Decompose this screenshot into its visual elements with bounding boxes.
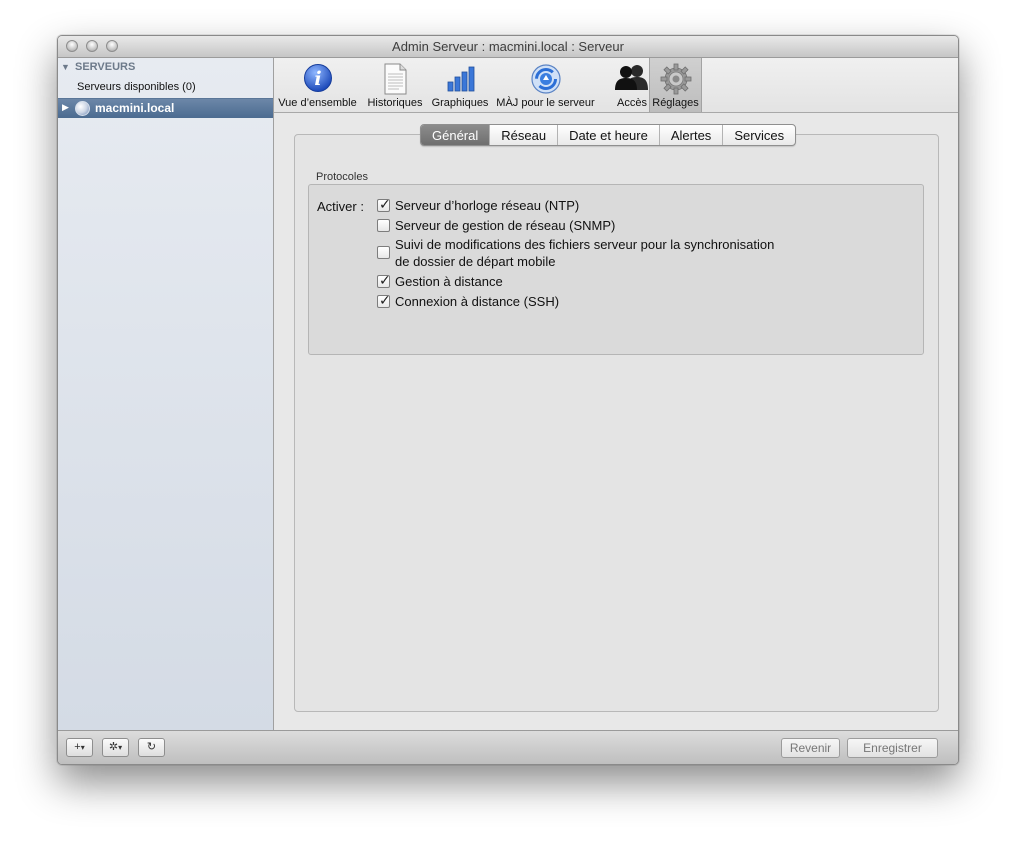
toolbar-label: Vue d’ensemble [278, 97, 357, 109]
ntp-label: Serveur d’horloge réseau (NTP) [395, 198, 580, 213]
tab-bar: Général Réseau Date et heure Alertes Ser… [420, 124, 797, 146]
sidebar-header-label: SERVEURS [75, 61, 136, 73]
checkmark-icon: ✓ [379, 272, 391, 288]
bar-chart-icon [447, 66, 475, 92]
sidebar: ▼ SERVEURS Serveurs disponibles (0) ▶ mac… [58, 58, 274, 730]
checkmark-icon: ✓ [379, 292, 391, 308]
svg-text:i: i [314, 68, 321, 90]
protocols-group-label: Protocoles [316, 171, 368, 183]
sidebar-header[interactable]: ▼ SERVEURS [61, 61, 135, 73]
snmp-checkbox[interactable] [377, 219, 390, 232]
users-icon [615, 65, 648, 90]
mobile-sync-checkbox[interactable] [377, 246, 390, 259]
toolbar-label: MÀJ pour le serveur [496, 97, 595, 109]
app-window: Admin Serveur : macmini.local : Serveur … [57, 35, 959, 765]
tab-network[interactable]: Réseau [489, 125, 557, 145]
save-button[interactable]: Enregistrer [847, 738, 938, 758]
server-globe-icon [75, 101, 90, 116]
toolbar: i Vue d’ensemble Historiques Graphiques [274, 58, 958, 113]
tab-general[interactable]: Général [421, 125, 490, 145]
remote-management-label: Gestion à distance [395, 274, 503, 289]
sidebar-item-macmini[interactable]: ▶ macmini.local [58, 98, 273, 118]
sidebar-item-label: macmini.local [95, 101, 175, 115]
toolbar-label: Historiques [367, 97, 423, 109]
toolbar-label: Graphiques [431, 97, 489, 109]
ntp-checkbox[interactable]: ✓ [377, 196, 391, 212]
document-icon [384, 63, 407, 95]
refresh-icon: ↻ [146, 741, 157, 753]
tab-alerts[interactable]: Alertes [658, 125, 722, 145]
tab-services[interactable]: Services [722, 125, 795, 145]
remote-management-checkbox[interactable]: ✓ [377, 272, 391, 288]
sidebar-item-available-servers[interactable]: Serveurs disponibles (0) [77, 81, 196, 93]
mobile-sync-label-line2: de dossier de départ mobile [395, 254, 556, 269]
tab-date-time[interactable]: Date et heure [557, 125, 659, 145]
activate-label: Activer : [317, 199, 364, 214]
ssh-checkbox[interactable]: ✓ [377, 292, 391, 308]
toolbar-software-update-button[interactable]: MÀJ pour le serveur [493, 58, 598, 112]
action-menu-button[interactable]: ✲▾ [102, 738, 129, 757]
add-server-button[interactable]: +▾ [66, 738, 93, 757]
revert-button[interactable]: Revenir [781, 738, 840, 758]
toolbar-graphs-button[interactable]: Graphiques [429, 58, 491, 112]
snmp-label: Serveur de gestion de réseau (SNMP) [395, 218, 616, 233]
bottom-bar: +▾ ✲▾ ↻ Revenir Enregistrer [58, 730, 958, 764]
ssh-label: Connexion à distance (SSH) [395, 294, 560, 309]
refresh-button[interactable]: ↻ [138, 738, 165, 757]
title-bar: Admin Serveur : macmini.local : Serveur [58, 36, 958, 58]
disclosure-triangle-icon[interactable]: ▼ [61, 62, 75, 72]
disclosure-triangle-icon[interactable]: ▶ [62, 102, 69, 113]
toolbar-overview-button[interactable]: i Vue d’ensemble [274, 58, 361, 112]
gear-icon [660, 63, 691, 95]
toolbar-settings-button[interactable]: Réglages [649, 58, 702, 112]
toolbar-label: Réglages [652, 97, 699, 109]
software-update-icon [530, 64, 561, 94]
checkmark-icon: ✓ [379, 196, 391, 212]
window-title: Admin Serveur : macmini.local : Serveur [392, 39, 624, 54]
info-icon: i [303, 64, 332, 92]
toolbar-logs-button[interactable]: Historiques [363, 58, 427, 112]
mobile-sync-label-line1: Suivi de modifications des fichiers serv… [395, 237, 775, 252]
gear-icon: ✲ [108, 741, 119, 753]
